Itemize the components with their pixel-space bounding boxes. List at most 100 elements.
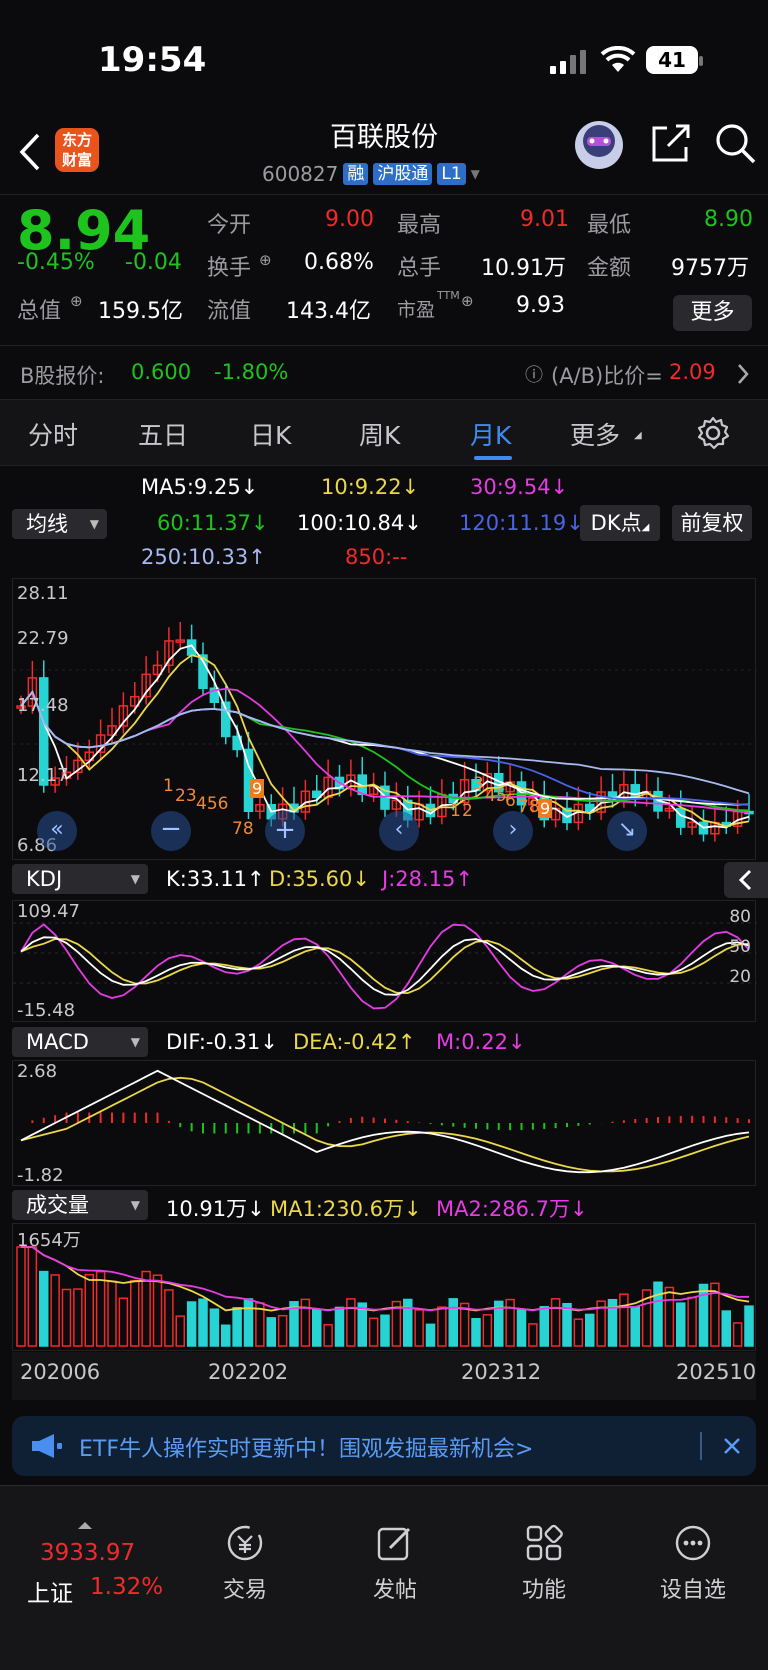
b-share-price: 0.600 — [131, 360, 192, 384]
collapse-panel-button[interactable] — [724, 862, 768, 898]
scroll-right-button[interactable]: › — [493, 811, 533, 851]
tab-weekly-k[interactable]: 周K — [359, 416, 400, 452]
b-share-label: B股报价: — [20, 364, 105, 388]
stock-code-row[interactable]: 600827 融 沪股通 L1 ▼ — [262, 162, 480, 186]
adjust-button[interactable]: 前复权 — [672, 505, 752, 541]
tab-more[interactable]: 更多 — [570, 416, 620, 452]
promo-banner[interactable]: ETF牛人操作实时更新中！围观发掘最新机会> — [12, 1416, 756, 1476]
tab-intraday[interactable]: 分时 — [28, 416, 78, 452]
volume-bar — [516, 1309, 527, 1347]
nav-functions[interactable]: 功能 — [494, 1524, 594, 1604]
more-button[interactable]: 更多 — [673, 295, 752, 331]
volume-tick-top: 1654万 — [17, 1230, 81, 1251]
mktcap-info-icon[interactable]: ⊕ — [70, 292, 83, 310]
settings-gear-icon[interactable] — [696, 416, 730, 450]
volume-bar — [482, 1314, 493, 1347]
volume-selector[interactable]: 成交量 ▼ — [12, 1190, 148, 1220]
scroll-left-fast-button[interactable]: « — [37, 811, 77, 851]
volume-selector-label: 成交量 — [26, 1193, 89, 1217]
dk-mark: 6 — [505, 791, 516, 811]
low-value: 8.90 — [704, 207, 753, 232]
change-amount: -0.04 — [125, 250, 182, 275]
volume-bar — [562, 1302, 572, 1347]
open-value: 9.00 — [325, 207, 374, 232]
share-icon[interactable] — [650, 122, 692, 164]
nav-add-watchlist[interactable]: 设自选 — [643, 1524, 743, 1604]
tab-daily-k[interactable]: 日K — [250, 416, 291, 452]
volume-bar — [164, 1289, 174, 1347]
kdj-canvas — [13, 922, 757, 1010]
kdj-level-50: 50 — [729, 937, 751, 957]
low-label: 最低 — [587, 213, 632, 238]
kdj-j-line — [20, 923, 750, 1010]
k-tick-3: 17.48 — [17, 695, 69, 716]
volume-bar — [186, 1301, 197, 1347]
ab-ratio-value: 2.09 — [669, 360, 716, 384]
macd-chart[interactable]: 2.68 -1.82 — [12, 1060, 756, 1186]
scroll-left-button[interactable]: ‹ — [379, 811, 419, 851]
b-share-row[interactable]: B股报价: 0.600 -1.80% ⓘ (A/B)比价= 2.09 — [0, 346, 768, 400]
pe-label: 市盈 — [397, 299, 436, 321]
kdj-d: D:35.60↓ — [269, 867, 370, 891]
volume-bar — [243, 1298, 254, 1347]
volume-bar — [141, 1270, 151, 1347]
kdj-caret-icon: ▼ — [130, 872, 140, 886]
nav-trade[interactable]: 交易 — [195, 1524, 295, 1604]
volume-bar — [61, 1288, 72, 1347]
dk-mark: 3 — [473, 774, 484, 794]
zoom-out-button[interactable]: − — [151, 811, 191, 851]
dk-mark: 9 — [538, 799, 553, 818]
close-icon[interactable] — [722, 1436, 742, 1456]
nav-post-label: 发帖 — [372, 1578, 417, 1603]
volume-bar — [221, 1324, 231, 1347]
volume-bar — [198, 1298, 208, 1347]
k-tick-4: 12.17 — [17, 765, 69, 786]
dk-point-button[interactable]: DK点◢ — [580, 505, 660, 541]
megaphone-icon — [32, 1434, 62, 1458]
volume-bar — [653, 1281, 663, 1347]
volume-bar — [687, 1296, 697, 1347]
high-label: 最高 — [397, 213, 442, 238]
volume-bar — [152, 1274, 163, 1347]
macd-selector[interactable]: MACD ▼ — [12, 1027, 148, 1057]
pe-info-icon[interactable]: ⊕ — [461, 292, 474, 310]
volume-bar — [266, 1317, 276, 1347]
kdj-selector[interactable]: KDJ ▼ — [12, 864, 148, 894]
tab-five-day[interactable]: 五日 — [138, 416, 188, 452]
dk-mark: 45 — [485, 786, 507, 806]
volume-chart[interactable]: 1654万 — [12, 1223, 756, 1351]
ma250-value: 250:10.33↑ — [141, 545, 266, 569]
volume-bar — [732, 1322, 743, 1347]
expand-up-icon[interactable] — [77, 1520, 93, 1530]
turnover-info-icon[interactable]: ⊕ — [259, 251, 272, 269]
macd-tick-bottom: -1.82 — [17, 1165, 64, 1186]
more-dots-icon — [675, 1525, 711, 1561]
volume-bar — [232, 1307, 242, 1347]
kline-chart[interactable]: 28.11 22.79 17.48 12.17 6.86 1 23 456 78… — [12, 578, 757, 860]
nav-post[interactable]: 发帖 — [345, 1524, 445, 1604]
volume-value: 10.91万↓ — [166, 1197, 265, 1221]
dk-mark: 9 — [250, 779, 265, 798]
reset-view-button[interactable]: ↘ — [607, 811, 647, 851]
tab-monthly-k[interactable]: 月K — [470, 416, 511, 452]
volume-bar — [676, 1302, 686, 1347]
macd-dea: DEA:-0.42↑ — [293, 1030, 416, 1054]
volume-bar — [414, 1309, 424, 1347]
dk-mark: 1 — [163, 776, 174, 796]
kdj-chart[interactable]: 109.47 -15.48 80 50 20 — [12, 900, 757, 1022]
search-icon[interactable] — [714, 122, 758, 166]
index-value[interactable]: 3933.97 — [40, 1540, 135, 1566]
ma-selector[interactable]: 均线 ▼ — [12, 509, 107, 539]
zoom-in-button[interactable]: + — [265, 811, 305, 851]
volume-bar — [630, 1306, 640, 1347]
kdj-level-80: 80 — [729, 907, 751, 927]
robot-assistant-icon[interactable] — [570, 114, 628, 172]
volume-bar — [346, 1298, 356, 1347]
nav-add-watchlist-label: 设自选 — [659, 1578, 726, 1603]
status-bar: 19:54 41 — [0, 0, 768, 110]
help-icon[interactable]: ⓘ — [525, 361, 543, 387]
volume-value: 10.91万 — [481, 256, 566, 281]
high-value: 9.01 — [520, 207, 569, 232]
date-label: 202312 — [461, 1360, 542, 1384]
kdj-tick-bottom: -15.48 — [17, 1000, 76, 1021]
